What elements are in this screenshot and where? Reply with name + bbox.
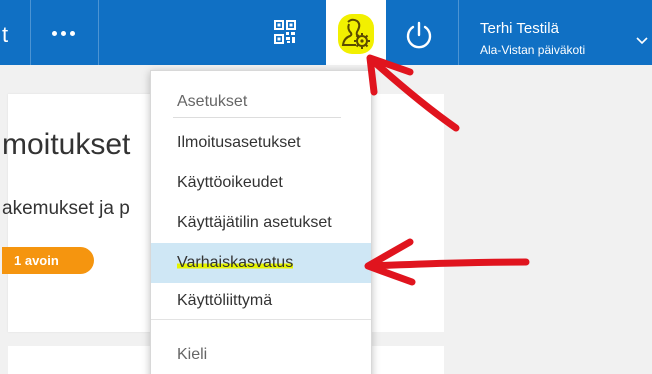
user-unit: Ala-Vistan päiväkoti bbox=[480, 43, 586, 57]
user-settings-icon bbox=[341, 18, 370, 49]
top-bar: t Terhi Testilä Ala-Vistan päiväkoti bbox=[0, 0, 652, 65]
section-heading[interactable]: akemukset ja p bbox=[2, 198, 130, 220]
menu-item-user-interface[interactable]: Käyttöliittymä bbox=[151, 281, 371, 321]
divider bbox=[30, 0, 31, 65]
user-name: Terhi Testilä bbox=[480, 20, 559, 37]
content-card bbox=[372, 94, 444, 332]
more-icon[interactable] bbox=[42, 12, 84, 54]
content-card bbox=[8, 346, 150, 374]
divider bbox=[98, 0, 99, 65]
menu-item-notification-settings[interactable]: Ilmoitusasetukset bbox=[151, 123, 371, 163]
page-title: moitukset bbox=[2, 128, 131, 161]
power-icon[interactable] bbox=[404, 20, 434, 50]
status-badge[interactable]: 1 avoin bbox=[2, 247, 94, 274]
settings-dropdown: Asetukset Ilmoitusasetukset Käyttöoikeud… bbox=[150, 70, 372, 374]
menu-item-early-education[interactable]: Varhaiskasvatus bbox=[151, 243, 371, 283]
menu-item-account-settings[interactable]: Käyttäjätilin asetukset bbox=[151, 203, 371, 243]
qr-code-icon[interactable] bbox=[274, 20, 296, 44]
content-card bbox=[372, 346, 444, 374]
dropdown-section-language: Kieli bbox=[177, 346, 208, 363]
divider bbox=[173, 117, 341, 118]
dropdown-header: Asetukset bbox=[177, 93, 248, 110]
user-settings-button[interactable] bbox=[326, 0, 386, 65]
menu-item-user-rights[interactable]: Käyttöoikeudet bbox=[151, 163, 371, 203]
chevron-down-icon[interactable] bbox=[636, 36, 648, 46]
nav-label-fragment[interactable]: t bbox=[2, 22, 8, 48]
divider bbox=[458, 0, 459, 65]
divider bbox=[151, 319, 371, 320]
